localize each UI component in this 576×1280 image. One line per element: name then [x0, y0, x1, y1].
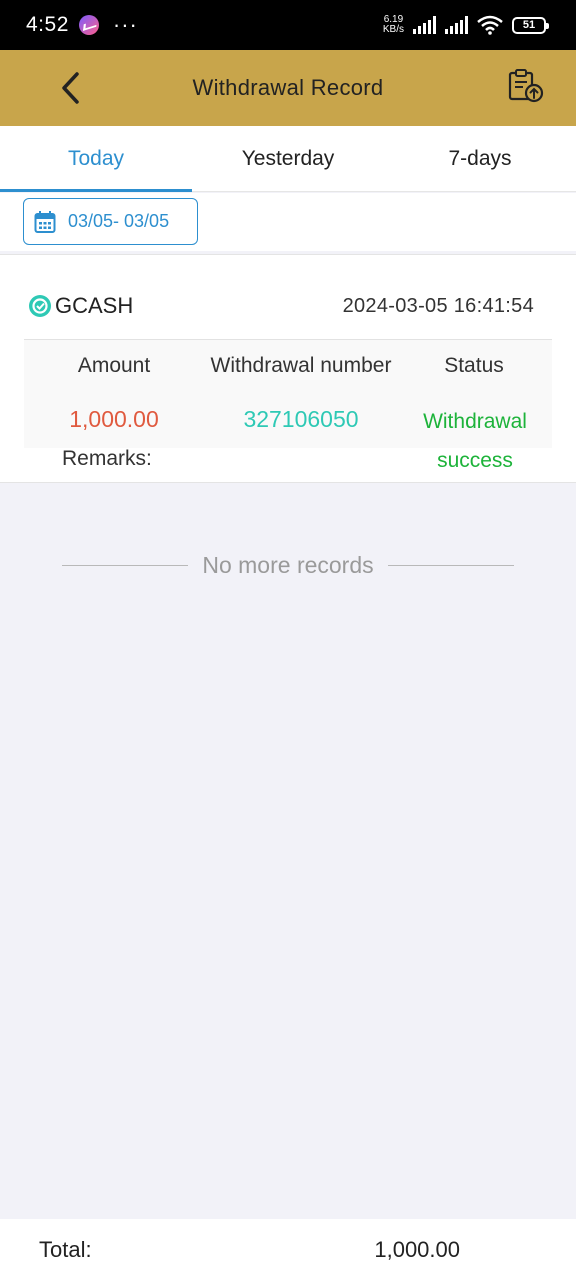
end-of-list: No more records [62, 550, 514, 580]
date-range-label: 03/05- 03/05 [68, 211, 170, 231]
messenger-icon [78, 15, 99, 35]
calendar-icon [34, 210, 56, 233]
date-range-picker[interactable]: 03/05- 03/05 [23, 198, 198, 245]
status-value: Withdrawal success [423, 410, 527, 472]
payment-method: GCASH [55, 293, 134, 318]
date-filter-row: 03/05- 03/05 [0, 193, 576, 251]
amount-header: Amount [77, 354, 151, 377]
no-more-records-text: No more records [202, 551, 374, 578]
status-bar: 4:52 ··· 6.19 KB/s 51 [0, 0, 576, 50]
signal-icon [445, 16, 468, 34]
withdrawal-number-header: Withdrawal number [210, 354, 392, 377]
wifi-icon [477, 15, 503, 35]
back-button[interactable] [50, 68, 90, 108]
record-datetime: 2024-03-05 16:41:54 [342, 294, 534, 317]
network-speed: 6.19 KB/s [382, 14, 404, 35]
signal-icon [413, 16, 436, 34]
gcash-icon [29, 295, 51, 317]
amount-value: 1,000.00 [69, 406, 159, 432]
tab-today[interactable]: Today [0, 126, 192, 192]
remarks-label: Remarks: [62, 447, 152, 470]
page-title: Withdrawal Record [192, 75, 384, 100]
divider [62, 564, 189, 566]
status-header: Status [444, 354, 504, 377]
withdrawal-record-card[interactable]: GCASH 2024-03-05 16:41:54 Amount Withdra… [0, 254, 576, 483]
total-value: 1,000.00 [374, 1237, 460, 1262]
battery-icon: 51 [512, 16, 549, 34]
withdrawal-number-value: 327106050 [243, 406, 359, 432]
more-notifications-icon: ··· [112, 12, 138, 37]
total-footer: Total: 1,000.00 [0, 1219, 576, 1280]
record-details: Amount Withdrawal number Status 1,000.00… [24, 340, 552, 472]
chevron-left-icon [62, 72, 79, 104]
divider [387, 564, 514, 566]
status-time: 4:52 [26, 13, 69, 36]
tab-yesterday[interactable]: Yesterday [192, 126, 384, 191]
app-header: Withdrawal Record [0, 50, 576, 126]
tab-7-days[interactable]: 7-days [384, 126, 576, 191]
date-tabs: Today Yesterday 7-days [0, 126, 576, 192]
total-label: Total: [39, 1237, 92, 1262]
clipboard-upload-icon [508, 69, 544, 103]
export-record-button[interactable] [506, 66, 546, 106]
